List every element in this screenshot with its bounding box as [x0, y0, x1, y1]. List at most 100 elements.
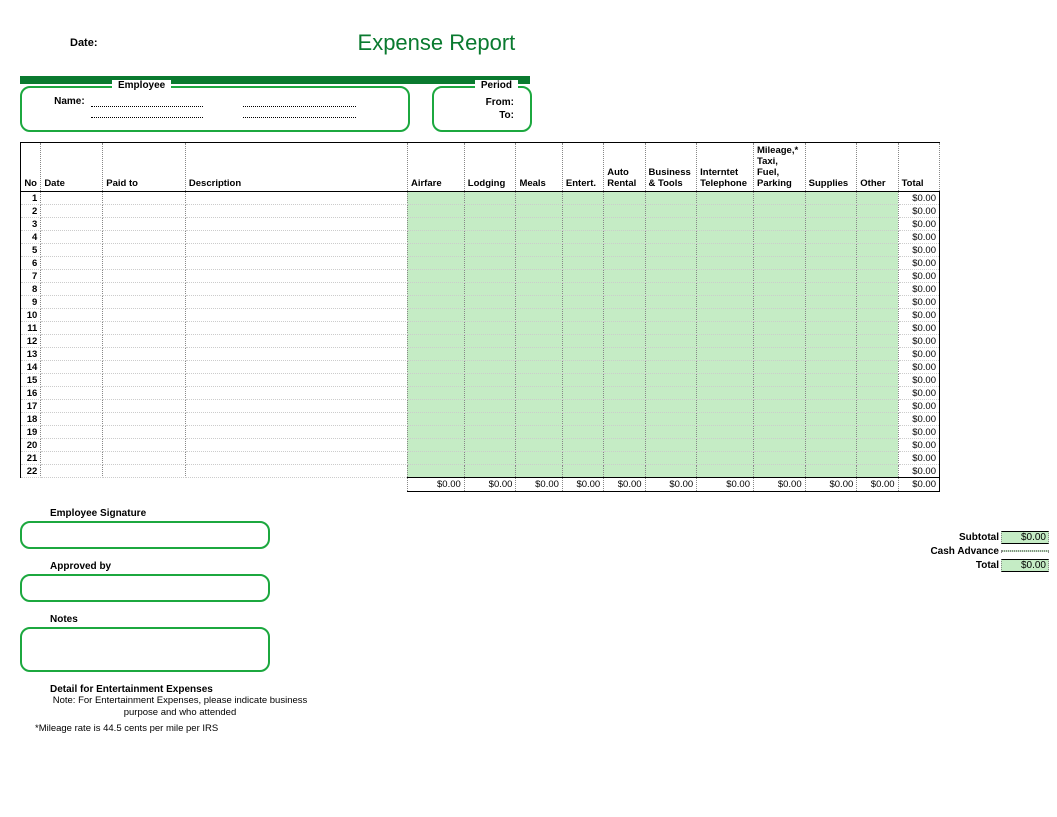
cell-input[interactable]	[185, 361, 407, 374]
cell-amount[interactable]	[857, 439, 898, 452]
cell-input[interactable]	[103, 205, 186, 218]
cell-amount[interactable]	[753, 257, 805, 270]
cell-amount[interactable]	[562, 387, 603, 400]
cell-amount[interactable]	[407, 335, 464, 348]
cell-amount[interactable]	[645, 244, 697, 257]
cell-amount[interactable]	[857, 400, 898, 413]
cell-amount[interactable]	[697, 374, 754, 387]
cell-amount[interactable]	[857, 309, 898, 322]
cell-input[interactable]	[41, 452, 103, 465]
cell-amount[interactable]	[604, 283, 645, 296]
cell-amount[interactable]	[857, 322, 898, 335]
cell-amount[interactable]	[857, 374, 898, 387]
cell-amount[interactable]	[464, 426, 516, 439]
cell-amount[interactable]	[464, 244, 516, 257]
cell-amount[interactable]	[857, 218, 898, 231]
cell-amount[interactable]	[516, 400, 562, 413]
cell-amount[interactable]	[645, 205, 697, 218]
cell-input[interactable]	[41, 270, 103, 283]
cell-amount[interactable]	[604, 335, 645, 348]
cell-amount[interactable]	[604, 426, 645, 439]
cell-amount[interactable]	[407, 218, 464, 231]
cell-input[interactable]	[103, 413, 186, 426]
cell-amount[interactable]	[604, 413, 645, 426]
approved-by-box[interactable]	[20, 574, 270, 602]
cell-amount[interactable]	[604, 270, 645, 283]
cell-amount[interactable]	[464, 387, 516, 400]
cell-amount[interactable]	[407, 270, 464, 283]
cell-amount[interactable]	[753, 335, 805, 348]
cell-amount[interactable]	[604, 361, 645, 374]
cell-amount[interactable]	[516, 452, 562, 465]
cell-amount[interactable]	[407, 465, 464, 478]
cell-input[interactable]	[185, 413, 407, 426]
cell-amount[interactable]	[464, 218, 516, 231]
cell-amount[interactable]	[645, 270, 697, 283]
cell-amount[interactable]	[857, 465, 898, 478]
cell-input[interactable]	[185, 270, 407, 283]
cell-amount[interactable]	[805, 361, 857, 374]
cell-amount[interactable]	[562, 270, 603, 283]
cell-amount[interactable]	[464, 192, 516, 205]
cell-amount[interactable]	[464, 400, 516, 413]
cell-input[interactable]	[41, 387, 103, 400]
cell-amount[interactable]	[464, 335, 516, 348]
cell-amount[interactable]	[753, 361, 805, 374]
cell-amount[interactable]	[516, 439, 562, 452]
cell-amount[interactable]	[464, 270, 516, 283]
cell-input[interactable]	[41, 374, 103, 387]
cell-input[interactable]	[41, 231, 103, 244]
cell-input[interactable]	[185, 335, 407, 348]
cell-amount[interactable]	[645, 231, 697, 244]
cell-input[interactable]	[185, 374, 407, 387]
cell-input[interactable]	[103, 400, 186, 413]
cell-amount[interactable]	[753, 465, 805, 478]
cell-input[interactable]	[185, 257, 407, 270]
cell-amount[interactable]	[857, 244, 898, 257]
cell-amount[interactable]	[645, 257, 697, 270]
cell-amount[interactable]	[645, 335, 697, 348]
cell-amount[interactable]	[753, 231, 805, 244]
cell-input[interactable]	[185, 244, 407, 257]
cell-amount[interactable]	[645, 413, 697, 426]
cash-advance-value[interactable]	[1001, 550, 1049, 552]
cell-amount[interactable]	[805, 413, 857, 426]
cell-amount[interactable]	[645, 439, 697, 452]
cell-input[interactable]	[185, 218, 407, 231]
cell-amount[interactable]	[604, 205, 645, 218]
cell-input[interactable]	[41, 205, 103, 218]
cell-amount[interactable]	[562, 348, 603, 361]
cell-amount[interactable]	[516, 426, 562, 439]
cell-amount[interactable]	[753, 452, 805, 465]
cell-amount[interactable]	[604, 257, 645, 270]
cell-amount[interactable]	[805, 426, 857, 439]
cell-amount[interactable]	[604, 452, 645, 465]
cell-amount[interactable]	[464, 283, 516, 296]
cell-amount[interactable]	[407, 452, 464, 465]
cell-amount[interactable]	[697, 296, 754, 309]
cell-amount[interactable]	[805, 257, 857, 270]
cell-input[interactable]	[41, 192, 103, 205]
cell-amount[interactable]	[516, 322, 562, 335]
cell-amount[interactable]	[464, 361, 516, 374]
cell-amount[interactable]	[645, 361, 697, 374]
cell-amount[interactable]	[562, 465, 603, 478]
cell-amount[interactable]	[697, 270, 754, 283]
cell-input[interactable]	[103, 257, 186, 270]
cell-amount[interactable]	[562, 309, 603, 322]
cell-input[interactable]	[41, 283, 103, 296]
cell-amount[interactable]	[753, 244, 805, 257]
cell-amount[interactable]	[857, 348, 898, 361]
cell-input[interactable]	[103, 218, 186, 231]
cell-amount[interactable]	[805, 374, 857, 387]
cell-amount[interactable]	[805, 218, 857, 231]
cell-amount[interactable]	[697, 283, 754, 296]
cell-amount[interactable]	[645, 283, 697, 296]
cell-amount[interactable]	[516, 374, 562, 387]
cell-amount[interactable]	[645, 400, 697, 413]
cell-amount[interactable]	[562, 452, 603, 465]
cell-amount[interactable]	[645, 465, 697, 478]
cell-amount[interactable]	[753, 439, 805, 452]
cell-amount[interactable]	[464, 309, 516, 322]
cell-amount[interactable]	[407, 374, 464, 387]
